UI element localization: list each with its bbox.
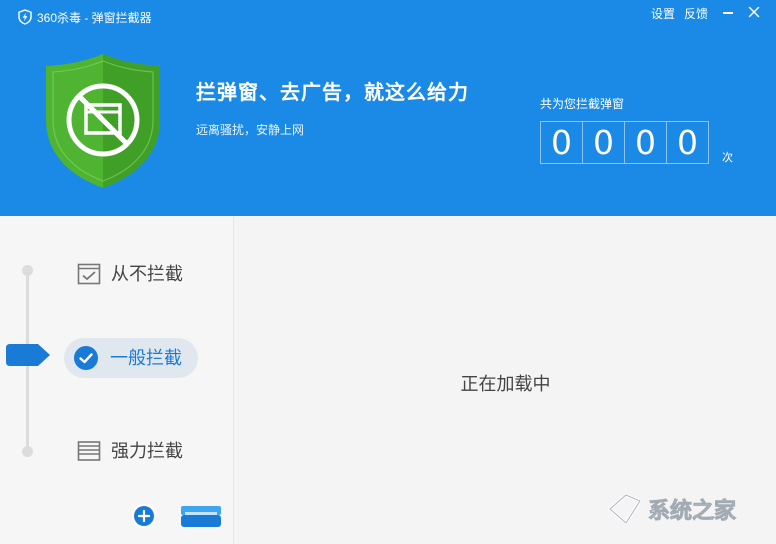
- mode-normal-block[interactable]: 一般拦截: [64, 338, 198, 378]
- slider-stop-top[interactable]: [22, 265, 33, 276]
- shield-bolt-icon: [18, 9, 32, 25]
- mode-never-label: 从不拦截: [111, 264, 183, 284]
- block-count-label: 共为您拦截弹窗: [540, 97, 625, 111]
- headline: 拦弹窗、去广告，就这么给力: [196, 82, 469, 104]
- mode-never-block[interactable]: 从不拦截: [77, 261, 183, 287]
- slider-handle-icon[interactable]: [6, 344, 50, 366]
- close-icon[interactable]: [746, 4, 762, 20]
- svg-text:系统之家: 系统之家: [648, 498, 737, 524]
- plus-circle-icon[interactable]: [131, 503, 157, 529]
- header-banner: 360杀毒 - 弹窗拦截器 设置 反馈 拦弹窗、去广告，就这么给力 远离骚扰，安…: [0, 0, 776, 216]
- mode-normal-label: 一般拦截: [110, 348, 182, 368]
- mode-strong-block[interactable]: 强力拦截: [77, 438, 183, 464]
- slider-stop-bottom[interactable]: [22, 446, 33, 457]
- block-counter: 0 0 0 0: [540, 121, 709, 164]
- app-title: 360杀毒 - 弹窗拦截器: [37, 11, 152, 25]
- check-circle-icon: [74, 346, 98, 370]
- counter-digit: 0: [541, 122, 583, 163]
- counter-digit: 0: [677, 123, 698, 162]
- watermark-logo: 系统之家: [607, 493, 737, 526]
- counter-unit: 次: [722, 152, 733, 164]
- minimize-icon[interactable]: [723, 12, 733, 14]
- counter-digit: 0: [625, 122, 667, 163]
- blocked-popup-shield-icon: [46, 54, 160, 188]
- window-check-icon: [77, 263, 101, 285]
- counter-digit: 0: [583, 122, 625, 163]
- tray-icon[interactable]: [180, 503, 222, 529]
- mode-strong-label: 强力拦截: [111, 441, 183, 461]
- settings-link[interactable]: 设置: [651, 7, 675, 21]
- subline: 远离骚扰，安静上网: [196, 123, 305, 137]
- mode-sidebar: 从不拦截 一般拦截 强力拦截: [0, 216, 234, 544]
- loading-text: 正在加载中: [460, 374, 551, 394]
- window-layers-icon: [77, 441, 101, 461]
- title-bar: 360杀毒 - 弹窗拦截器 设置 反馈: [0, 0, 776, 32]
- feedback-link[interactable]: 反馈: [684, 7, 708, 21]
